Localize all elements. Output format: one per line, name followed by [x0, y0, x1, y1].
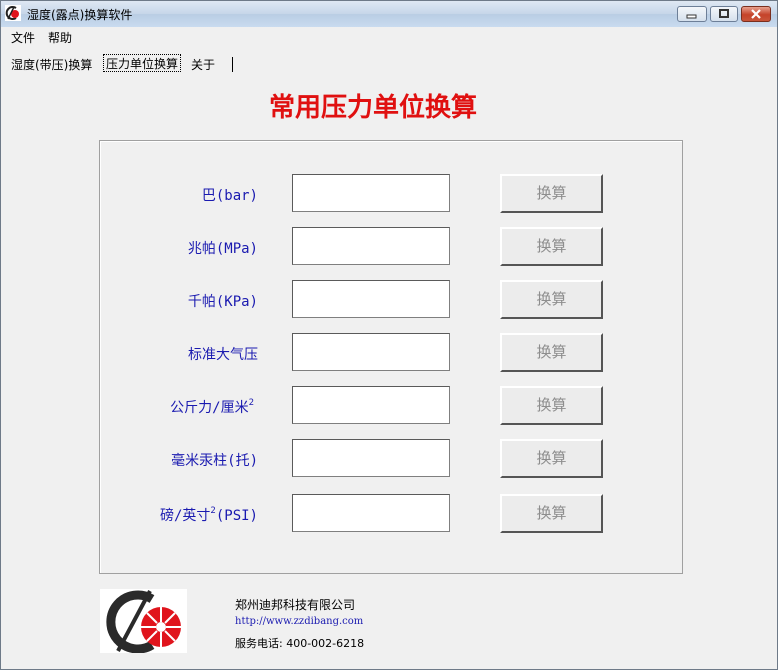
convert-mmhg-button[interactable]: 换算 — [500, 439, 603, 478]
company-phone: 服务电话: 400-002-6218 — [235, 637, 365, 650]
label-kgf-cm2-text: 公斤力/厘米 — [170, 400, 249, 416]
convert-kpa-button[interactable]: 换算 — [500, 280, 603, 319]
minimize-icon — [686, 14, 697, 19]
label-mmhg: 毫米汞柱(托) — [171, 453, 258, 469]
company-name: 郑州迪邦科技有限公司 — [235, 598, 356, 612]
kgf-cm2-input[interactable] — [292, 386, 450, 424]
label-bar: 巴(bar) — [201, 188, 258, 204]
label-kpa: 千帕(KPa) — [187, 294, 258, 310]
mpa-input[interactable] — [292, 227, 450, 265]
label-kgf-cm2: 公斤力/厘米2 — [94, 397, 254, 417]
close-button[interactable] — [741, 6, 771, 22]
convert-atm-button[interactable]: 换算 — [500, 333, 603, 372]
tab-strip: 湿度(带压)换算 压力单位换算 关于 — [1, 54, 777, 74]
tab-pressure-units[interactable]: 压力单位换算 — [103, 54, 182, 72]
convert-psi-button[interactable]: 换算 — [500, 494, 603, 533]
label-kgf-cm2-sup: 2 — [248, 398, 254, 408]
minimize-button[interactable] — [677, 6, 707, 22]
mmhg-input[interactable] — [292, 439, 450, 477]
menu-bar: 文件 帮助 — [1, 27, 777, 45]
convert-bar-button[interactable]: 换算 — [500, 174, 603, 213]
company-logo-icon — [100, 589, 187, 653]
psi-input[interactable] — [292, 494, 450, 532]
page-heading: 常用压力单位换算 — [268, 93, 477, 123]
convert-kgf-cm2-button[interactable]: 换算 — [500, 386, 603, 425]
label-psi-suffix: (PSI) — [215, 508, 258, 524]
maximize-button[interactable] — [710, 6, 738, 22]
label-psi: 磅/英寸2(PSI) — [98, 505, 258, 525]
app-logo-icon — [5, 5, 21, 21]
maximize-icon — [719, 9, 729, 18]
convert-mpa-button[interactable]: 换算 — [500, 227, 603, 266]
close-icon — [751, 9, 761, 19]
label-mpa: 兆帕(MPa) — [187, 241, 258, 257]
company-url-link[interactable]: http://www.zzdibang.com — [235, 616, 363, 627]
kpa-input[interactable] — [292, 280, 450, 318]
label-atm: 标准大气压 — [188, 347, 258, 363]
menu-file[interactable]: 文件 — [11, 29, 35, 46]
window-title: 湿度(露点)换算软件 — [27, 8, 133, 22]
label-psi-text: 磅/英寸 — [159, 508, 211, 524]
bar-input[interactable] — [292, 174, 450, 212]
menu-help[interactable]: 帮助 — [48, 29, 72, 46]
tab-divider — [232, 57, 233, 72]
app-window: 湿度(露点)换算软件 文件 帮助 湿度(带压)换算 压力单位换算 关于 常用压力… — [0, 0, 778, 670]
tab-about[interactable]: 关于 — [191, 56, 215, 72]
title-bar[interactable]: 湿度(露点)换算软件 — [1, 1, 777, 28]
atm-input[interactable] — [292, 333, 450, 371]
tab-humidity[interactable]: 湿度(带压)换算 — [11, 56, 92, 72]
